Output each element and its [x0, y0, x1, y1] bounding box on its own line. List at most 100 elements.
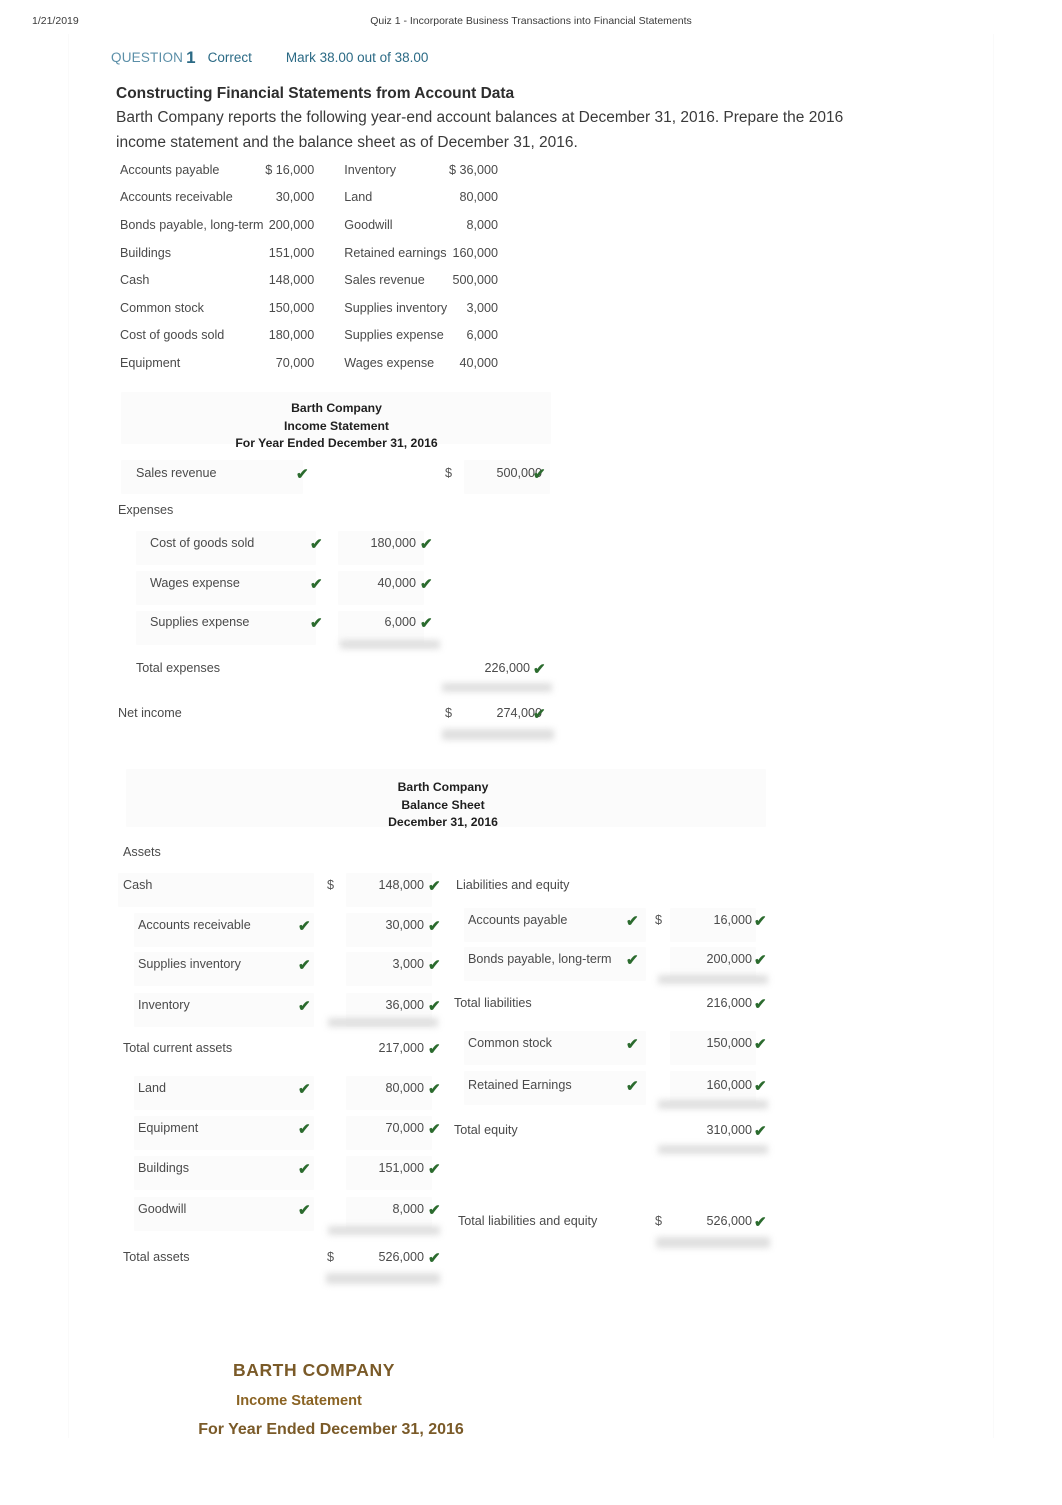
- cash-label: Cash: [123, 878, 153, 892]
- balance-sheet-company: Barth Company: [397, 780, 489, 794]
- gold-statement-title: Income Statement: [236, 1393, 362, 1409]
- income-statement-period: For Year Ended December 31, 2016: [235, 436, 438, 450]
- total-liabilities-label: Total liabilities: [454, 996, 532, 1010]
- question-state-badge: Correct: [207, 50, 252, 65]
- balance-sheet-title: Balance Sheet: [401, 797, 485, 812]
- account-value-2: $ 36,000: [448, 162, 498, 177]
- check-icon: [296, 468, 310, 482]
- expenses-header: Expenses: [118, 503, 174, 517]
- income-statement-block: Barth Company Income Statement For Year …: [118, 392, 568, 742]
- check-icon: [754, 1216, 768, 1230]
- total-rule: [442, 729, 554, 740]
- account-value-2: 8,000: [466, 217, 498, 232]
- expense-value: 180,000: [370, 536, 416, 550]
- check-icon: [626, 954, 640, 968]
- income-row-net-income: Net income $ 274,000: [118, 706, 568, 728]
- quiz-print-page: 1/21/2019 Quiz 1 - Incorporate Business …: [0, 0, 1062, 1505]
- account-label: Accounts receivable: [120, 190, 233, 205]
- common-stock-value: 150,000: [706, 1036, 752, 1050]
- balance-row-retained-earnings: Retained Earnings 160,000: [118, 1078, 778, 1100]
- table-row: Buildings 151,000 Retained earnings 160,…: [118, 239, 498, 267]
- total-expenses-label: Total expenses: [136, 661, 221, 675]
- cash-value: 148,000: [378, 878, 424, 892]
- accounts-payable-value: 16,000: [713, 913, 752, 927]
- balance-row-total-equity: Total equity 310,000: [118, 1123, 778, 1145]
- retained-earnings-label: Retained Earnings: [468, 1078, 572, 1092]
- common-stock-label: Common stock: [468, 1036, 552, 1050]
- check-icon: [626, 1038, 640, 1052]
- account-value-2: 160,000: [452, 245, 498, 260]
- gold-statement-period: For Year Ended December 31, 2016: [198, 1421, 464, 1438]
- print-document-title: Quiz 1 - Incorporate Business Transactio…: [370, 15, 692, 27]
- table-row: Accounts receivable 30,000 Land 80,000: [118, 184, 498, 212]
- subtotal-rule: [658, 975, 768, 984]
- sales-revenue-label: Sales revenue: [136, 466, 217, 480]
- check-icon: [428, 880, 442, 894]
- check-icon: [298, 1163, 312, 1177]
- check-icon: [533, 708, 547, 722]
- expense-label: Wages expense: [150, 576, 240, 590]
- question-number: 1: [186, 48, 196, 67]
- account-value: 30,000: [275, 190, 315, 205]
- total-expenses-value: 226,000: [484, 661, 530, 675]
- balance-row-accounts-payable: Accounts payable $ 16,000: [118, 913, 778, 935]
- account-label: Cash: [120, 273, 150, 288]
- sales-revenue-value: 500,000: [496, 466, 542, 480]
- retained-earnings-value: 160,000: [706, 1078, 752, 1092]
- balance-row-total-liabilities: Total liabilities 216,000: [118, 996, 778, 1018]
- expense-label: Supplies expense: [150, 615, 250, 629]
- balance-sheet-period: December 31, 2016: [388, 815, 498, 829]
- prompt-title: Constructing Financial Statements from A…: [116, 85, 515, 102]
- account-balances-table: Accounts payable $ 16,000 Inventory $ 36…: [118, 156, 498, 377]
- total-rule: [656, 1237, 770, 1248]
- account-label-2: Sales revenue: [344, 273, 425, 288]
- net-income-value: 274,000: [496, 706, 542, 720]
- check-icon: [626, 915, 640, 929]
- total-assets-value: 526,000: [378, 1250, 424, 1264]
- account-value: 151,000: [268, 245, 315, 260]
- account-value-2: 40,000: [459, 355, 498, 370]
- balance-row-buildings: Buildings 151,000: [118, 1161, 778, 1183]
- check-icon: [420, 617, 434, 631]
- account-label: Accounts payable: [120, 162, 220, 177]
- total-rule: [326, 1273, 440, 1284]
- question-mark: Mark 38.00 out of 38.00: [285, 50, 429, 65]
- total-liab-equity-label: Total liabilities and equity: [458, 1214, 598, 1228]
- check-icon: [428, 1163, 442, 1177]
- expense-value: 6,000: [384, 615, 416, 629]
- account-label: Common stock: [120, 300, 204, 315]
- account-label: Buildings: [120, 245, 172, 260]
- balance-sheet-heading: Barth Company Balance Sheet December 31,…: [118, 779, 768, 832]
- subtotal-rule: [328, 1018, 438, 1027]
- total-assets-label: Total assets: [123, 1250, 190, 1264]
- account-value: 70,000: [275, 355, 315, 370]
- account-label-2: Supplies inventory: [344, 300, 448, 315]
- gold-company-name: BARTH COMPANY: [232, 1360, 396, 1380]
- assets-header: Assets: [123, 845, 161, 859]
- account-value-2: 3,000: [466, 300, 498, 315]
- expense-value: 40,000: [377, 576, 416, 590]
- print-header: 1/21/2019 Quiz 1 - Incorporate Business …: [0, 15, 1062, 31]
- question-label: QUESTION: [111, 50, 184, 65]
- income-statement-title: Income Statement: [284, 418, 389, 433]
- account-label-2: Supplies expense: [344, 328, 444, 343]
- table-row: Equipment 70,000 Wages expense 40,000: [118, 349, 498, 377]
- subtotal-rule: [340, 640, 440, 649]
- accounts-payable-label: Accounts payable: [468, 913, 568, 927]
- check-icon: [754, 1125, 768, 1139]
- subtotal-rule: [658, 1100, 768, 1109]
- income-row-expense: Cost of goods sold 180,000: [118, 536, 568, 558]
- income-statement-heading: Barth Company Income Statement For Year …: [118, 400, 555, 453]
- balance-row-total-assets: Total assets $ 526,000: [118, 1250, 778, 1272]
- balance-sheet-block: Barth Company Balance Sheet December 31,…: [118, 769, 778, 1289]
- account-value: 148,000: [268, 273, 315, 288]
- income-row-expense: Wages expense 40,000: [118, 576, 568, 598]
- balance-row-cash: Cash $ 148,000 Liabilities and equity: [118, 878, 778, 900]
- check-icon: [310, 578, 324, 592]
- income-row-expense: Supplies expense 6,000: [118, 615, 568, 637]
- balance-row-total-liabilities-and-equity: Total liabilities and equity $ 526,000: [118, 1214, 778, 1236]
- check-icon: [428, 1252, 442, 1266]
- total-liab-equity-value: 526,000: [706, 1214, 752, 1228]
- net-income-label: Net income: [118, 706, 182, 720]
- check-icon: [533, 663, 547, 677]
